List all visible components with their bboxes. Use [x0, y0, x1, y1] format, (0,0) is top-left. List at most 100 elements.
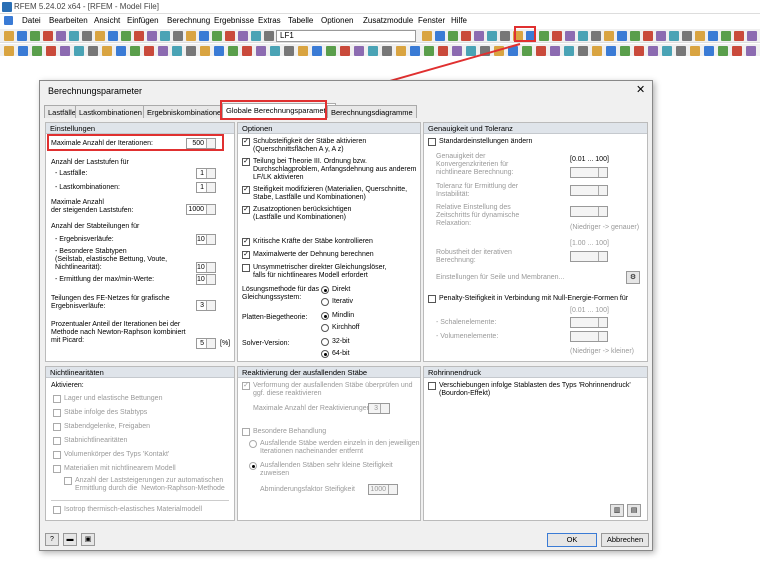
volumen-input[interactable] [570, 331, 608, 342]
nl-checkbox-2[interactable] [53, 409, 61, 417]
panel-header-rohrinnendruck: Rohrinnendruck [424, 367, 647, 378]
save-icon[interactable]: ▣ [81, 533, 95, 546]
max-laststufen-label: Maximale Anzahl der steigenden Laststufe… [51, 199, 134, 214]
relativ-input[interactable] [570, 206, 608, 217]
schub-checkbox[interactable]: ✓ [242, 138, 250, 146]
konv-input[interactable] [570, 167, 608, 178]
import-icon[interactable]: ▥ [610, 504, 624, 517]
laststufen-label: Anzahl der Laststufen für [51, 159, 129, 166]
bit64-label: 64-bit [332, 350, 350, 357]
rohr-checkbox[interactable] [428, 382, 436, 390]
panel-optionen: Optionen ✓ Schubsteifigkeit der Stäbe ak… [237, 122, 421, 362]
panel-nichtlinearitaeten: Nichtlinearitäten Aktivieren: Lager und … [45, 366, 235, 521]
zusatz-checkbox[interactable]: ✓ [242, 206, 250, 214]
dialog-title: Berechnungsparameter [48, 86, 143, 96]
maxdehnung-checkbox[interactable]: ✓ [242, 251, 250, 259]
seile-label: Einstellungen für Seile und Membranen... [436, 274, 565, 281]
nl-label-1: Lager und elastische Bettungen [64, 395, 163, 402]
kritisch-checkbox[interactable]: ✓ [242, 238, 250, 246]
highlight-active-tab [220, 100, 327, 120]
loesung-label: Lösungsmethode für das Gleichungssystem: [242, 286, 320, 301]
maxdehnung-label: Maximalwerte der Dehnung berechnen [253, 251, 374, 258]
prozent-input[interactable]: 5 [196, 338, 216, 349]
bit32-label: 32-bit [332, 338, 350, 345]
bes-checkbox[interactable] [242, 428, 250, 436]
schale-input[interactable] [570, 317, 608, 328]
robust-input[interactable] [570, 251, 608, 262]
nl-checkbox-3[interactable] [53, 423, 61, 431]
kirchhoff-label: Kirchhoff [332, 324, 360, 331]
max-laststufen-input[interactable]: 1000 [186, 204, 216, 215]
panel-header-nichtlinearitaeten: Nichtlinearitäten [46, 367, 234, 378]
nl-checkbox-1[interactable] [53, 395, 61, 403]
panel-reaktivierung: Reaktivierung der ausfallenden Stäbe ✓ V… [237, 366, 421, 521]
lastfaelle-input[interactable]: 1 [196, 168, 216, 179]
nl-checkbox-5[interactable] [53, 451, 61, 459]
stabteilungen-label: Anzahl der Stabteilungen für [51, 223, 140, 230]
export-icon[interactable]: ▤ [627, 504, 641, 517]
fe-netz-input[interactable]: 3 [196, 300, 216, 311]
tol-input[interactable] [570, 185, 608, 196]
rohr-label: Verschiebungen infolge Stablasten des Ty… [439, 382, 631, 397]
hint-kleiner: (Niedriger -> kleiner) [570, 348, 634, 355]
minmax-input[interactable]: 10 [196, 274, 216, 285]
r2-radio[interactable] [249, 462, 257, 470]
verf-checkbox[interactable]: ✓ [242, 382, 250, 390]
nl-label-4: Stabnichtlinearitäten [64, 437, 128, 444]
r1-label: Ausfallende Stäbe werden einzeln in den … [260, 440, 420, 455]
konv-label: Genauigkeit der Konvergenzkriterien für … [436, 153, 514, 176]
iterativ-radio[interactable] [321, 298, 329, 306]
tab-lastkombinationen[interactable]: Lastkombinationen [75, 105, 146, 118]
abm-input[interactable]: 1000 [368, 484, 398, 495]
robust-range: [1.00 ... 100] [570, 240, 609, 247]
solver-label: Solver-Version: [242, 340, 290, 347]
seile-settings-button[interactable]: ⚙ [626, 271, 640, 284]
nl-checkbox-4[interactable] [53, 437, 61, 445]
ergebnisverlaeufe-input[interactable]: 10 [196, 234, 216, 245]
tab-berechnungsdiagramme[interactable]: Berechnungsdiagramme [327, 105, 417, 118]
ok-button[interactable]: OK [547, 533, 597, 547]
calculation-parameters-dialog: Berechnungsparameter ✕ Lastfälle Lastkom… [39, 80, 653, 551]
std-checkbox[interactable] [428, 138, 436, 146]
fe-netz-label: Teilungen des FE-Netzes für grafische Er… [51, 295, 170, 310]
schub-label: Schubsteifigkeit der Stäbe aktivieren (Q… [253, 138, 367, 153]
nl-checkbox-6[interactable] [53, 465, 61, 473]
r1-radio[interactable] [249, 440, 257, 448]
direkt-radio[interactable] [321, 286, 329, 294]
nl-label-3: Stabendgelenke, Freigaben [64, 423, 151, 430]
nl-sub-checkbox[interactable] [64, 477, 72, 485]
unsym-checkbox[interactable] [242, 264, 250, 272]
kirchhoff-radio[interactable] [321, 324, 329, 332]
panel-header-genauigkeit: Genauigkeit und Toleranz [424, 123, 647, 134]
aktivieren-label: Aktivieren: [51, 382, 84, 389]
help-icon[interactable]: ? [45, 533, 59, 546]
nl-label-6: Materialien mit nichtlinearem Modell [64, 465, 176, 472]
teilung-checkbox[interactable]: ✓ [242, 158, 250, 166]
penalty-checkbox[interactable] [428, 295, 436, 303]
konv-range: [0.01 ... 100] [570, 156, 609, 163]
open-icon[interactable]: ▬ [63, 533, 77, 546]
cancel-button[interactable]: Abbrechen [601, 533, 649, 547]
steifigkeit-checkbox[interactable]: ✓ [242, 186, 250, 194]
lastkombinationen-label: - Lastkombinationen: [55, 184, 120, 191]
prozent-label: Prozentualer Anteil der Iterationen bei … [51, 321, 186, 344]
hint-genauer: (Niedriger -> genauer) [570, 224, 640, 231]
highlight-max-iterations [47, 134, 224, 151]
volumen-label: - Volumenelemente: [436, 333, 499, 340]
bit32-radio[interactable] [321, 338, 329, 346]
panel-rohrinnendruck: Rohrinnendruck Verschiebungen infolge St… [423, 366, 648, 521]
tab-ergebniskombinationen[interactable]: Ergebniskombinationen [143, 105, 230, 118]
robust-label: Robustheit der iterativen Berechnung: [436, 249, 512, 264]
iso-checkbox[interactable] [53, 506, 61, 514]
besondere-stabtypen-input[interactable]: 10 [196, 262, 216, 273]
besondere-stabtypen-label: - Besondere Stabtypen (Seilstab, elastis… [55, 248, 168, 271]
close-icon[interactable]: ✕ [636, 83, 645, 96]
lastkombinationen-input[interactable]: 1 [196, 182, 216, 193]
reakt-max-input[interactable]: 3 [368, 403, 390, 414]
penalty-label: Penalty-Steifigkeit in Verbindung mit Nu… [439, 295, 629, 302]
relativ-label: Relative Einstellung des Zeitschritts fü… [436, 204, 520, 227]
reakt-max-label: Maximale Anzahl der Reaktivierungen: [253, 405, 373, 412]
mindlin-radio[interactable] [321, 312, 329, 320]
bit64-radio[interactable] [321, 350, 329, 358]
schale-label: - Schalenelemente: [436, 319, 497, 326]
